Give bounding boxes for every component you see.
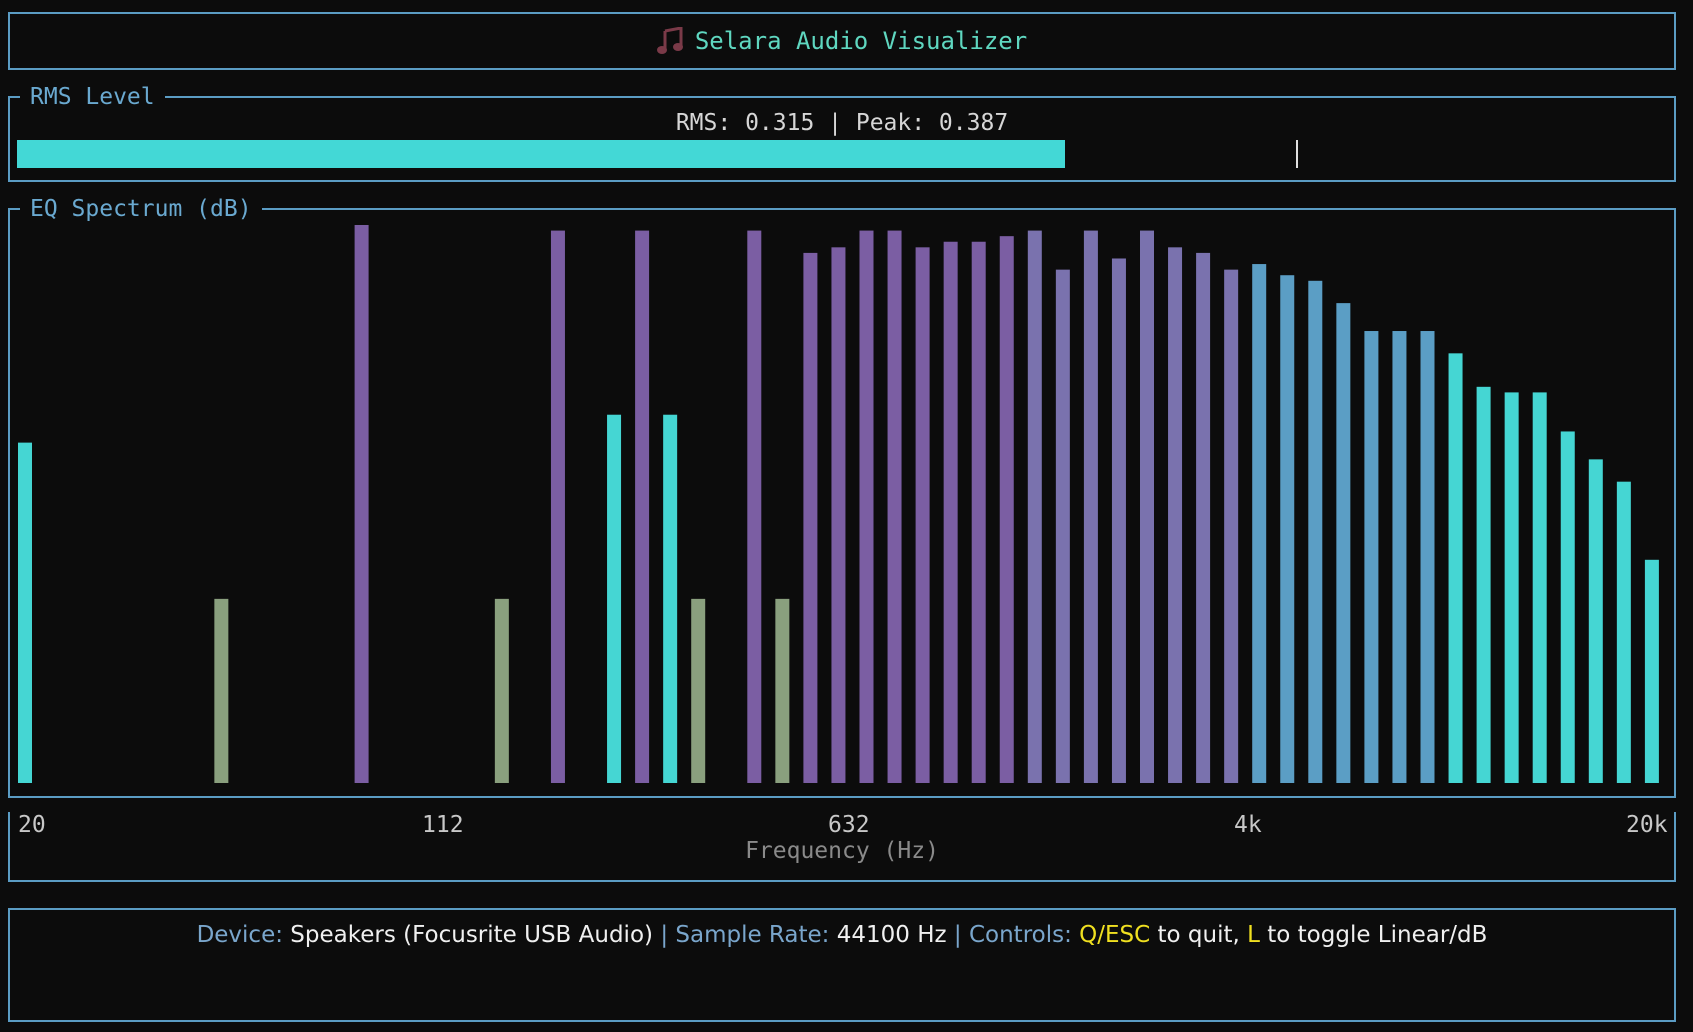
spectrum-bar	[747, 230, 762, 783]
separator: |	[660, 922, 669, 948]
spectrum-bar	[214, 598, 229, 783]
quit-hint: to quit,	[1157, 922, 1240, 948]
eq-spectrum-panel: EQ Spectrum (dB)	[8, 194, 1676, 798]
toggle-hint: to toggle Linear/dB	[1267, 922, 1488, 948]
rms-level-bar	[17, 140, 1065, 168]
x-axis-title: Frequency (Hz)	[745, 838, 939, 864]
spectrum-bar	[607, 414, 622, 783]
spectrum-bar	[1224, 269, 1239, 783]
spectrum-bar	[1588, 459, 1603, 783]
device-label: Device:	[196, 922, 283, 948]
music-note-icon	[656, 26, 683, 55]
spectrum-bar	[1420, 331, 1435, 783]
spectrum-bar	[635, 230, 650, 783]
spectrum-bar	[1364, 331, 1379, 783]
spectrum-bar	[1644, 559, 1659, 783]
quit-key: Q/ESC	[1079, 922, 1151, 948]
sample-rate-value: 44100 Hz	[836, 922, 947, 948]
spectrum-bar	[663, 414, 678, 783]
x-tick-label: 632	[828, 812, 870, 838]
spectrum-bar	[1532, 392, 1547, 783]
x-tick-label: 4k	[1234, 812, 1262, 838]
spectrum-bar	[550, 230, 565, 783]
spectrum-bar	[971, 241, 986, 784]
spectrum-bar	[1308, 280, 1323, 783]
sample-rate-label: Sample Rate:	[675, 922, 830, 948]
eq-spectrum-chart	[18, 225, 1659, 784]
x-tick-label: 20	[18, 812, 46, 838]
spectrum-bar	[1111, 258, 1126, 784]
spectrum-bar	[691, 598, 706, 783]
controls-label: Controls:	[968, 922, 1072, 948]
toggle-key: L	[1247, 922, 1260, 948]
spectrum-bar	[18, 442, 32, 783]
x-tick-label: 20k	[1626, 812, 1668, 838]
spectrum-bar	[1560, 431, 1575, 783]
title-bar: Selara Audio Visualizer	[8, 12, 1676, 70]
spectrum-bar	[943, 241, 958, 784]
spectrum-bar	[1252, 264, 1267, 783]
spectrum-bar	[1196, 252, 1211, 783]
spectrum-bar	[999, 236, 1014, 783]
spectrum-bar	[831, 247, 846, 783]
x-tick-label: 112	[422, 812, 464, 838]
spectrum-bar	[915, 247, 930, 783]
device-value: Speakers (Focusrite USB Audio)	[290, 922, 653, 948]
status-line: Device: Speakers (Focusrite USB Audio) |…	[10, 922, 1674, 948]
spectrum-bar	[354, 225, 369, 783]
spectrum-bar	[1504, 392, 1519, 783]
spectrum-bar	[1616, 481, 1631, 783]
separator: |	[953, 922, 962, 948]
spectrum-bar	[1140, 230, 1154, 783]
spectrum-bar	[1280, 275, 1295, 783]
status-footer: Device: Speakers (Focusrite USB Audio) |…	[8, 908, 1676, 1022]
peak-marker	[1295, 140, 1298, 168]
spectrum-bar	[1055, 269, 1070, 783]
spectrum-bar	[494, 598, 509, 783]
spectrum-bar	[1083, 230, 1098, 783]
spectrum-bar	[1168, 247, 1183, 783]
rms-meter	[17, 140, 1667, 168]
app-title: Selara Audio Visualizer	[694, 27, 1028, 55]
spectrum-bar	[1027, 230, 1042, 783]
rms-panel-label: RMS Level	[20, 82, 165, 112]
rms-panel: RMS Level RMS: 0.315 | Peak: 0.387	[8, 82, 1676, 182]
rms-readout: RMS: 0.315 | Peak: 0.387	[675, 110, 1009, 136]
spectrum-bar	[887, 230, 902, 783]
spectrum-bar	[803, 252, 818, 783]
spectrum-bar	[1336, 303, 1351, 783]
spectrum-bar	[1448, 353, 1463, 783]
spectrum-bar	[859, 230, 874, 783]
frequency-axis: 20 112 632 4k 20k Frequency (Hz)	[8, 812, 1676, 882]
spectrum-bar	[1392, 331, 1407, 783]
spectrum-bar	[775, 598, 790, 783]
spectrum-bar	[1476, 386, 1491, 783]
